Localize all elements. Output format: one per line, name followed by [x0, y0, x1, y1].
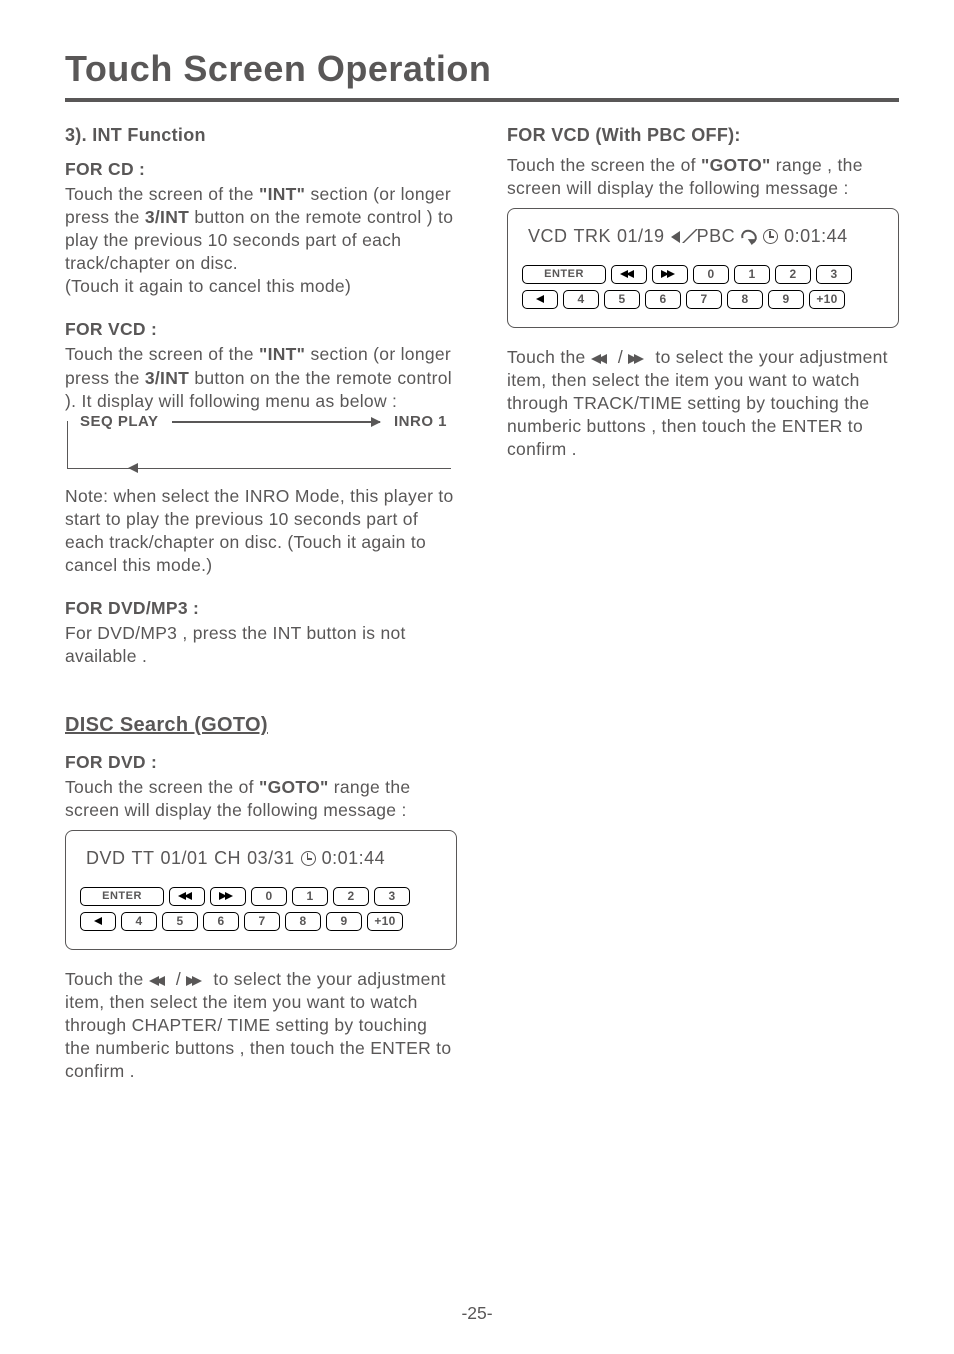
text-bold: 3/INT: [145, 368, 189, 388]
text: Touch the: [65, 969, 149, 989]
num-3-button[interactable]: 3: [816, 265, 852, 284]
for-dvd-text: Touch the screen the of "GOTO" range the…: [65, 776, 457, 822]
status-time: 0:01:44: [322, 847, 386, 871]
next-double-button[interactable]: [652, 265, 688, 284]
vcd-goto-panel: VCD TRK 01/19 PBC 0:01:44 ENTER 0 1 2 3: [507, 208, 899, 328]
for-vcd-text: Touch the screen of the "INT" section (o…: [65, 343, 457, 412]
num-4-button[interactable]: 4: [121, 912, 157, 931]
vcd-status-line: VCD TRK 01/19 PBC 0:01:44: [522, 225, 884, 249]
vcd-after-text: Touch the / to select the your adjustmen…: [507, 346, 899, 461]
num-3-button[interactable]: 3: [374, 887, 410, 906]
left-column: 3). INT Function FOR CD : Touch the scre…: [65, 124, 457, 1083]
dvd-goto-panel: DVD TT 01/01 CH 03/31 0:01:44 ENTER 0 1 …: [65, 830, 457, 950]
status-trk-val: 01/19: [617, 225, 665, 249]
text-bold: "INT": [259, 344, 305, 364]
enter-button[interactable]: ENTER: [522, 265, 606, 284]
for-vcd-pbc-text: Touch the screen the of "GOTO" range , t…: [507, 154, 899, 200]
seqplay-inro-loop: SEQ PLAY INRO 1: [67, 421, 451, 469]
num-5-button[interactable]: 5: [162, 912, 198, 931]
for-cd-heading: FOR CD :: [65, 158, 457, 181]
num-5-button[interactable]: 5: [604, 290, 640, 309]
num-1-button[interactable]: 1: [292, 887, 328, 906]
num-8-button[interactable]: 8: [727, 290, 763, 309]
prev-double-button[interactable]: [611, 265, 647, 284]
num-0-button[interactable]: 0: [693, 265, 729, 284]
text-bold: "INT": [259, 184, 305, 204]
text: Touch the screen the of: [507, 155, 701, 175]
num-plus10-button[interactable]: +10: [367, 912, 403, 931]
next-double-button[interactable]: [210, 887, 246, 906]
left-icon: [94, 917, 102, 925]
seq-play-label: SEQ PLAY: [74, 412, 164, 432]
status-dvd: DVD: [86, 847, 126, 871]
num-1-button[interactable]: 1: [734, 265, 770, 284]
num-6-button[interactable]: 6: [645, 290, 681, 309]
right-column: FOR VCD (With PBC OFF): Touch the screen…: [507, 124, 899, 1083]
num-2-button[interactable]: 2: [333, 887, 369, 906]
double-left-icon: [591, 354, 613, 364]
double-right-icon: [628, 354, 650, 364]
for-dvdmp3-heading: FOR DVD/MP3 :: [65, 597, 457, 620]
text-bold: "GOTO": [259, 777, 329, 797]
double-right-icon: [186, 976, 208, 986]
status-pbc: PBC: [697, 225, 736, 249]
inro-label: INRO 1: [388, 412, 453, 432]
inro-note: Note: when select the INRO Mode, this pl…: [65, 485, 457, 577]
dvd-after-text: Touch the / to select the your adjustmen…: [65, 968, 457, 1083]
back-button[interactable]: [80, 912, 116, 931]
num-7-button[interactable]: 7: [244, 912, 280, 931]
text: Touch the screen of the: [65, 344, 259, 364]
status-trk: TRK: [574, 225, 612, 249]
arrow-right-icon: [172, 421, 380, 423]
text-bold: 3/INT: [145, 207, 189, 227]
for-dvdmp3-text: For DVD/MP3 , press the INT button is no…: [65, 622, 457, 668]
page-title: Touch Screen Operation: [65, 48, 899, 90]
status-time: 0:01:44: [784, 225, 848, 249]
status-tt-val: 01/01: [161, 847, 209, 871]
title-divider: [65, 98, 899, 102]
num-plus10-button[interactable]: +10: [809, 290, 845, 309]
left-icon: [536, 295, 544, 303]
text-bold: "GOTO": [701, 155, 771, 175]
repeat-icon: [739, 227, 760, 247]
int-function-heading: 3). INT Function: [65, 124, 457, 148]
prev-double-button[interactable]: [169, 887, 205, 906]
clock-icon: [301, 851, 316, 866]
disc-search-heading: DISC Search (GOTO): [65, 712, 268, 738]
num-9-button[interactable]: 9: [768, 290, 804, 309]
mute-icon: [671, 229, 691, 245]
text: Touch the: [507, 347, 591, 367]
text: Touch the screen of the: [65, 184, 259, 204]
enter-button[interactable]: ENTER: [80, 887, 164, 906]
status-vcd: VCD: [528, 225, 568, 249]
status-tt: TT: [132, 847, 155, 871]
clock-icon: [763, 229, 778, 244]
num-6-button[interactable]: 6: [203, 912, 239, 931]
num-8-button[interactable]: 8: [285, 912, 321, 931]
num-9-button[interactable]: 9: [326, 912, 362, 931]
for-vcd-heading: FOR VCD :: [65, 318, 457, 341]
text: /: [171, 969, 187, 989]
num-2-button[interactable]: 2: [775, 265, 811, 284]
dvd-status-line: DVD TT 01/01 CH 03/31 0:01:44: [80, 847, 442, 871]
num-0-button[interactable]: 0: [251, 887, 287, 906]
for-cd-text: Touch the screen of the "INT" section (o…: [65, 183, 457, 275]
page-number: -25-: [0, 1303, 954, 1324]
text: Touch the screen the of: [65, 777, 259, 797]
for-vcd-pbc-heading: FOR VCD (With PBC OFF):: [507, 124, 899, 148]
num-7-button[interactable]: 7: [686, 290, 722, 309]
text: /: [613, 347, 629, 367]
status-ch-val: 03/31: [247, 847, 295, 871]
double-left-icon: [149, 976, 171, 986]
num-4-button[interactable]: 4: [563, 290, 599, 309]
for-dvd-heading: FOR DVD :: [65, 751, 457, 774]
for-cd-cancel: (Touch it again to cancel this mode): [65, 275, 457, 298]
status-ch: CH: [214, 847, 241, 871]
back-button[interactable]: [522, 290, 558, 309]
